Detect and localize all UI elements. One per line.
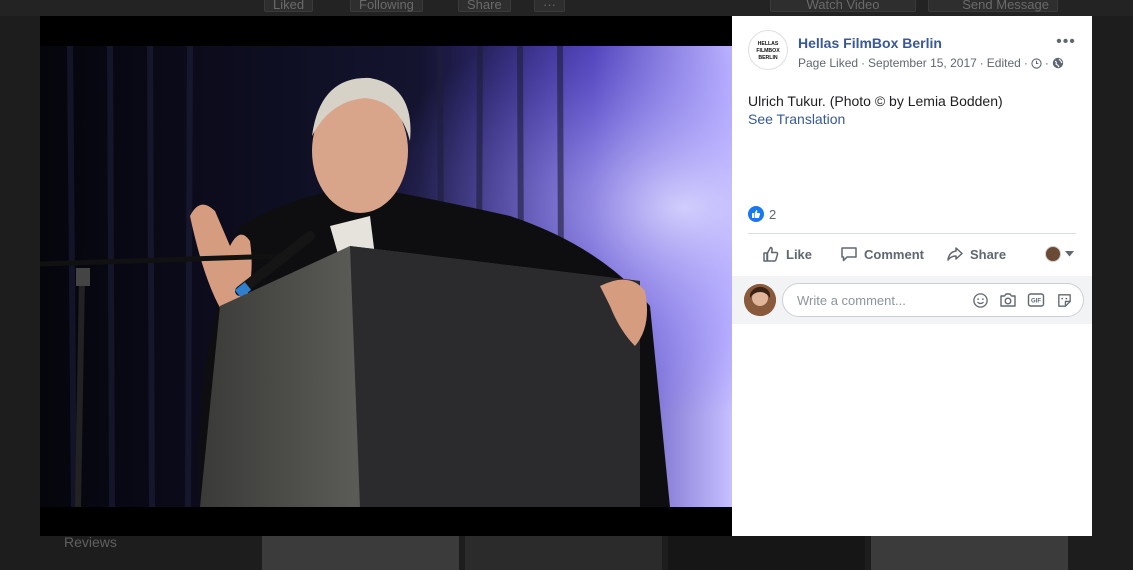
composer-icons: GIF <box>971 291 1073 309</box>
post-photo[interactable] <box>40 46 732 507</box>
bg-thumb <box>871 536 1068 570</box>
svg-text:FILMBOX: FILMBOX <box>756 48 780 54</box>
post-panel: HELLAS FILMBOX BERLIN Hellas FilmBox Ber… <box>732 16 1092 536</box>
background-toolbar: Liked Following Share ··· Watch Video Se… <box>0 0 1133 16</box>
divider <box>748 233 1076 234</box>
meta-separator: · <box>1044 56 1049 70</box>
bg-thumb <box>262 536 459 570</box>
viewer-avatar <box>1045 246 1061 262</box>
edited-link[interactable]: Edited <box>987 56 1021 70</box>
post-meta: Page Liked · September 15, 2017 · Edited… <box>798 56 1064 70</box>
comment-button[interactable]: Comment <box>834 238 930 270</box>
page-avatar[interactable]: HELLAS FILMBOX BERLIN <box>748 30 788 70</box>
emoji-icon[interactable] <box>971 291 989 309</box>
like-button[interactable]: Like <box>756 238 818 270</box>
post-caption: Ulrich Tukur. (Photo © by Lemia Bodden) <box>748 93 1003 109</box>
clock-icon[interactable] <box>1031 57 1042 69</box>
page-liked-label: Page Liked <box>798 56 859 70</box>
bg-photo-strip <box>262 536 1068 570</box>
share-button[interactable]: Share <box>940 238 1012 270</box>
photo-viewer[interactable] <box>40 16 732 536</box>
comment-input-wrapper[interactable]: GIF <box>782 283 1084 317</box>
meta-separator: · <box>861 56 866 70</box>
like-label: Like <box>786 246 813 262</box>
post-as-selector[interactable] <box>1045 246 1076 262</box>
commenter-avatar[interactable] <box>744 284 776 316</box>
bg-thumb <box>668 536 865 570</box>
meta-separator: · <box>979 56 984 70</box>
page-logo: HELLAS FILMBOX BERLIN <box>756 41 780 61</box>
bg-send-message-button: Send Message <box>928 0 1058 12</box>
reaction-summary[interactable]: 2 <box>748 206 776 222</box>
gif-icon[interactable]: GIF <box>1027 291 1045 309</box>
globe-icon[interactable] <box>1052 57 1064 69</box>
bg-thumb <box>465 536 662 570</box>
svg-text:HELLAS: HELLAS <box>758 41 779 47</box>
page-name-link[interactable]: Hellas FilmBox Berlin <box>798 35 942 51</box>
bg-liked-button: Liked <box>264 0 314 12</box>
like-reaction-icon <box>748 206 764 222</box>
reaction-count: 2 <box>769 206 777 222</box>
share-label: Share <box>969 246 1007 262</box>
more-options-icon[interactable]: ••• <box>1054 32 1078 52</box>
comment-composer: GIF <box>732 276 1092 324</box>
camera-icon[interactable] <box>999 291 1017 309</box>
comment-icon <box>841 247 857 262</box>
comment-label: Comment <box>864 246 924 262</box>
bg-more-button: ··· <box>534 0 565 12</box>
bg-share-button: Share <box>458 0 511 12</box>
svg-text:BERLIN: BERLIN <box>758 55 778 61</box>
post-date-link[interactable]: September 15, 2017 <box>868 56 977 70</box>
chevron-down-icon <box>1065 251 1074 257</box>
sticker-icon[interactable] <box>1055 291 1073 309</box>
meta-separator: · <box>1023 56 1028 70</box>
thumbs-up-icon <box>763 246 779 262</box>
svg-text:GIF: GIF <box>1031 299 1041 305</box>
share-icon <box>947 247 963 261</box>
comment-input[interactable] <box>795 291 969 309</box>
action-bar: Like Comment Share <box>748 238 1076 270</box>
bg-watch-video-button: Watch Video <box>770 0 916 12</box>
bg-reviews-link: Reviews <box>64 534 117 550</box>
see-translation-link[interactable]: See Translation <box>748 111 845 127</box>
bg-following-button: Following <box>350 0 423 12</box>
